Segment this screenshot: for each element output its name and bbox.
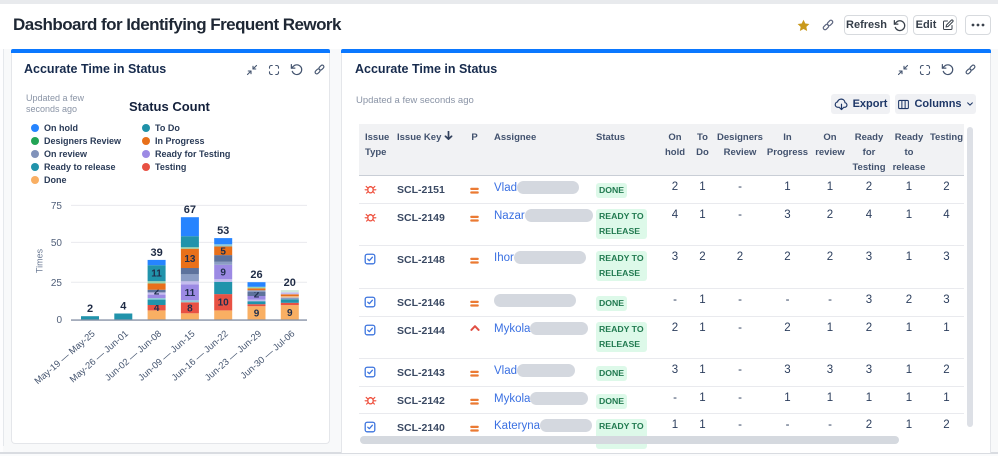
svg-text:20: 20 (284, 277, 296, 289)
svg-text:39: 39 (150, 247, 162, 259)
svg-text:53: 53 (217, 225, 229, 237)
svg-text:0: 0 (56, 315, 62, 326)
svg-text:13: 13 (184, 254, 196, 265)
svg-text:10: 10 (218, 298, 230, 309)
svg-text:9: 9 (220, 268, 226, 279)
svg-text:Jun-09 — Jun-15: Jun-09 — Jun-15 (136, 328, 196, 382)
svg-text:25: 25 (51, 278, 63, 289)
svg-text:May-19 — May-25: May-19 — May-25 (33, 328, 97, 386)
svg-text:67: 67 (184, 204, 196, 216)
svg-text:8: 8 (187, 303, 193, 314)
svg-text:May-26 — Jun-01: May-26 — Jun-01 (68, 328, 130, 384)
svg-text:9: 9 (254, 308, 260, 319)
svg-text:2: 2 (87, 303, 93, 315)
svg-text:Jun-23 — Jun-29: Jun-23 — Jun-29 (203, 328, 263, 382)
svg-text:Jun-16 — Jun-22: Jun-16 — Jun-22 (170, 328, 230, 382)
svg-text:5: 5 (220, 246, 226, 257)
svg-text:11: 11 (185, 288, 196, 299)
svg-text:75: 75 (51, 201, 63, 212)
svg-text:Times: Times (35, 248, 45, 273)
svg-text:11: 11 (151, 269, 162, 280)
svg-text:9: 9 (287, 308, 293, 319)
svg-text:4: 4 (120, 301, 127, 313)
svg-text:Jun-02 — Jun-08: Jun-02 — Jun-08 (103, 328, 163, 382)
svg-text:26: 26 (250, 269, 262, 281)
svg-text:50: 50 (51, 238, 63, 249)
